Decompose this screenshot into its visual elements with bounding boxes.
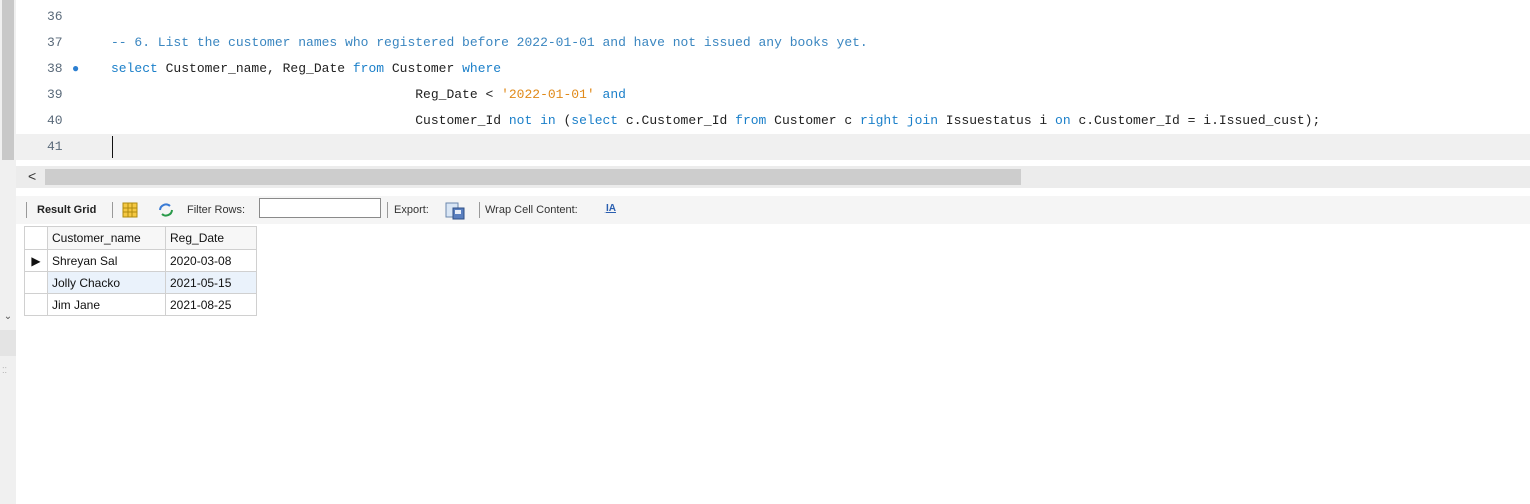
code-token: select xyxy=(571,113,619,128)
grid-icon[interactable] xyxy=(122,202,138,220)
column-header[interactable]: Reg_Date xyxy=(165,226,257,250)
toolbar-separator xyxy=(26,202,27,218)
grid-cell[interactable]: Shreyan Sal xyxy=(47,249,166,272)
line-number: 40 xyxy=(47,113,63,128)
line-number: 37 xyxy=(47,35,63,50)
statement-marker-icon[interactable]: ● xyxy=(72,56,79,82)
code-text: -- 6. List the customer names who regist… xyxy=(111,30,868,56)
row-header[interactable] xyxy=(24,293,48,316)
horizontal-scroll-thumb[interactable] xyxy=(45,169,1021,185)
left-scroll-thumb[interactable] xyxy=(2,0,14,160)
code-token: Customer xyxy=(384,61,463,76)
code-token: where xyxy=(462,61,502,76)
line-number: 36 xyxy=(47,9,63,24)
code-token: Customer_name, Reg_Date xyxy=(157,61,353,76)
wrap-cell-label: Wrap Cell Content: xyxy=(485,204,578,216)
grid-corner xyxy=(24,226,48,250)
code-text: Customer_Id not in (select c.Customer_Id… xyxy=(111,108,1320,134)
row-header[interactable] xyxy=(24,271,48,294)
code-token: c.Customer_Id xyxy=(618,113,736,128)
column-header[interactable]: Customer_name xyxy=(47,226,166,250)
grid-cell[interactable]: 2021-05-15 xyxy=(165,271,257,294)
grid-cell[interactable]: 2021-08-25 xyxy=(165,293,257,316)
code-text: Reg_Date < '2022-01-01' and xyxy=(111,82,626,108)
code-token: ( xyxy=(555,113,572,128)
line-number: 41 xyxy=(47,139,63,154)
line-number: 39 xyxy=(47,87,63,102)
table-row[interactable]: Jolly Chacko 2021-05-15 xyxy=(24,271,257,294)
code-token: from xyxy=(352,61,385,76)
scroll-left-arrow[interactable]: < xyxy=(28,168,36,184)
editor-line[interactable]: 38 ● select Customer_name, Reg_Date from C… xyxy=(16,56,1530,82)
export-label: Export: xyxy=(394,204,429,216)
result-toolbar: Result Grid Filter Rows: Export: Wrap Ce… xyxy=(16,196,1530,224)
toolbar-separator xyxy=(387,202,388,218)
grid-cell[interactable]: Jim Jane xyxy=(47,293,166,316)
code-token: Issuestatus i xyxy=(938,113,1056,128)
grid-cell[interactable]: Jolly Chacko xyxy=(47,271,166,294)
grid-cell[interactable]: 2020-03-08 xyxy=(165,249,257,272)
row-header[interactable]: ▶ xyxy=(24,249,48,272)
result-grid: Customer_name Reg_Date ▶ Shreyan Sal 2020-… xyxy=(24,226,257,316)
code-token: -- 6. List the customer names who regist… xyxy=(111,35,868,50)
filter-rows-label: Filter Rows: xyxy=(187,204,246,216)
code-token: c.Customer_Id = i.Issued_cust); xyxy=(1070,113,1321,128)
horizontal-scrollbar[interactable]: < xyxy=(16,166,1530,188)
code-token: Customer_Id xyxy=(111,113,509,128)
toolbar-separator xyxy=(479,202,480,218)
table-row[interactable]: ▶ Shreyan Sal 2020-03-08 xyxy=(24,249,257,272)
code-token: Reg_Date < xyxy=(111,87,502,102)
text-caret xyxy=(112,136,113,158)
filter-rows-input[interactable] xyxy=(259,198,381,218)
chevron-down-icon[interactable]: ⌄ xyxy=(0,311,16,322)
code-text: select Customer_name, Reg_Date from Cust… xyxy=(111,56,501,82)
toolbar-separator xyxy=(112,202,113,218)
code-token: from xyxy=(735,113,767,128)
code-token: select xyxy=(111,61,158,76)
editor-line[interactable]: 39 Reg_Date < '2022-01-01' and xyxy=(16,82,1530,108)
grip-dots-icon[interactable]: ⁚⁚ xyxy=(2,366,7,375)
code-token: on xyxy=(1055,113,1071,128)
code-token: '2022-01-01' xyxy=(501,87,595,102)
table-row[interactable]: Jim Jane 2021-08-25 xyxy=(24,293,257,316)
editor-line[interactable]: 37 -- 6. List the customer names who regi… xyxy=(16,30,1530,56)
code-token: and xyxy=(602,87,626,102)
editor-line[interactable]: 41 xyxy=(16,134,1530,160)
export-icon[interactable] xyxy=(445,202,465,222)
code-token: right join xyxy=(859,113,938,128)
result-grid-tab[interactable]: Result Grid xyxy=(37,204,96,216)
refresh-icon[interactable] xyxy=(157,202,175,220)
editor-line[interactable]: 40 Customer_Id not in (select c.Customer… xyxy=(16,108,1530,134)
code-token: Customer c xyxy=(766,113,860,128)
left-panel-band xyxy=(0,330,16,356)
sql-editor[interactable]: 36 37 -- 6. List the customer names who re… xyxy=(16,0,1530,164)
code-token: not in xyxy=(508,113,556,128)
editor-line[interactable]: 36 xyxy=(16,4,1530,30)
wrap-icon[interactable]: I̲A xyxy=(606,203,616,214)
line-number: 38 xyxy=(47,61,63,76)
left-gutter: ⌄ ⁚⁚ xyxy=(0,0,16,504)
